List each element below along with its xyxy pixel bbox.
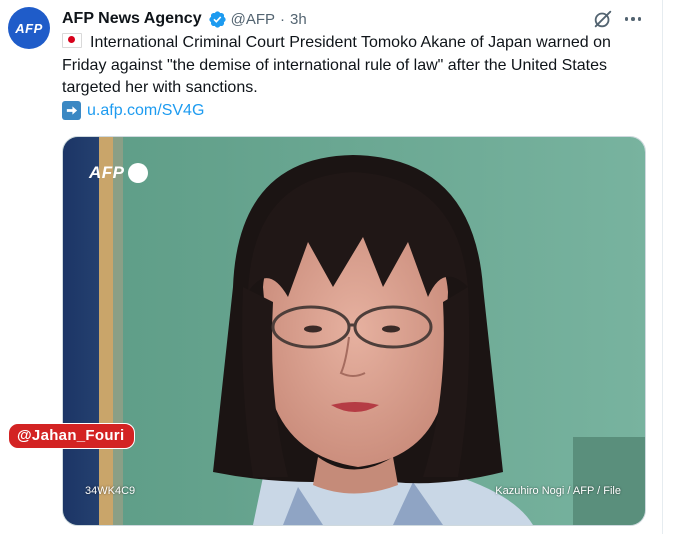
tweet-photo[interactable]: AFP 34WK4C9 Kazuhiro Nogi / AFP / File	[62, 136, 646, 526]
japan-flag-icon	[62, 33, 82, 48]
timestamp[interactable]: 3h	[290, 11, 307, 28]
afp-logo-text: AFP	[89, 163, 125, 182]
photo-credit: Kazuhiro Nogi / AFP / File	[495, 485, 621, 497]
avatar[interactable]: AFP	[8, 7, 50, 49]
verified-badge-icon	[208, 10, 226, 28]
grok-icon[interactable]	[592, 8, 614, 30]
display-name[interactable]: AFP News Agency	[62, 10, 202, 28]
handle[interactable]: @AFP	[231, 11, 275, 28]
photo-illustration	[63, 137, 645, 525]
more-options-icon[interactable]	[620, 8, 646, 30]
afp-watermark-logo: AFP	[89, 163, 148, 183]
link-row: u.afp.com/SV4G	[62, 101, 204, 120]
image-code: 34WK4C9	[85, 485, 136, 497]
avatar-text: AFP	[15, 20, 43, 36]
user-watermark-label: @Jahan_Fouri	[8, 423, 136, 449]
column-border	[662, 0, 663, 534]
article-link[interactable]: u.afp.com/SV4G	[87, 102, 204, 120]
right-arrow-icon	[62, 101, 81, 120]
tweet-body: International Criminal Court President T…	[62, 34, 611, 96]
tweet-text: International Criminal Court President T…	[62, 32, 656, 100]
tweet-header: AFP News Agency @AFP · 3h	[62, 8, 307, 30]
separator-dot: ·	[280, 10, 286, 28]
